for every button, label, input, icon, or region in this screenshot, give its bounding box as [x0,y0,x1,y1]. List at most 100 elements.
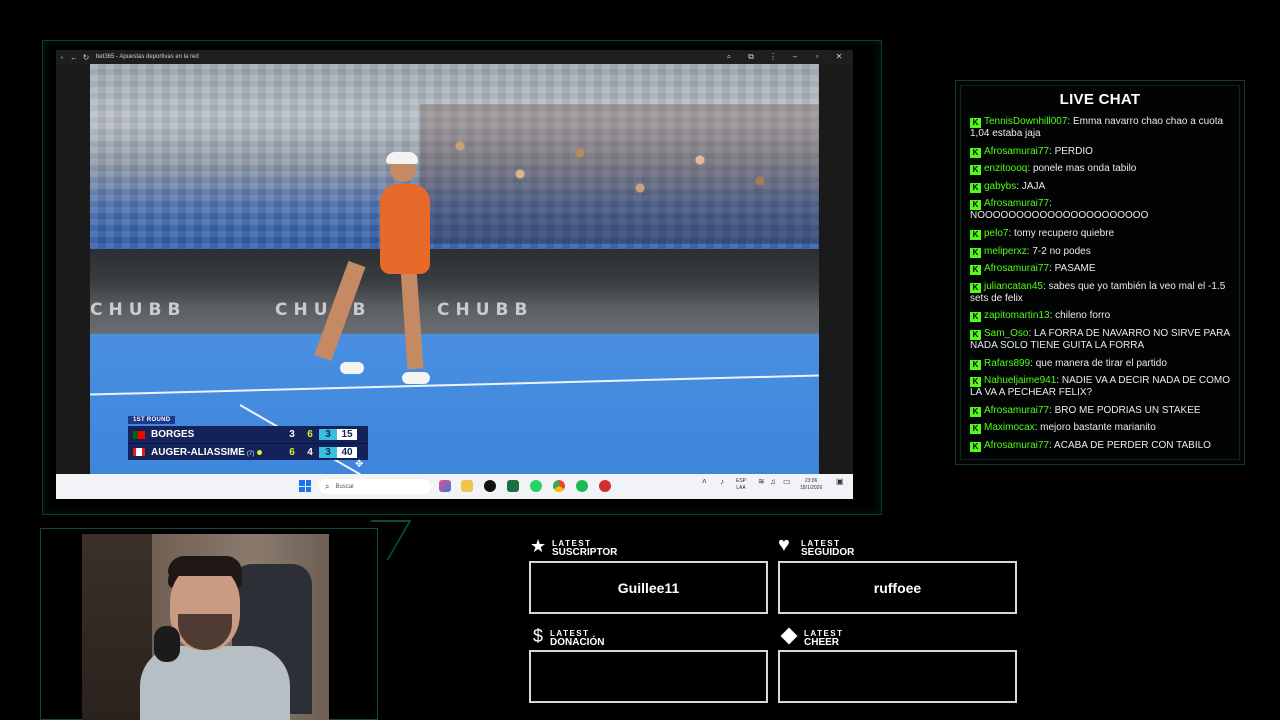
chat-username[interactable]: Nahueljaime941 [984,375,1056,386]
tiktok-icon[interactable] [484,480,496,492]
score-row-player-2: AUGER-ALIASSIME (7) 6 4 3 40 [128,443,368,460]
player-shoe [340,362,364,374]
copilot-icon[interactable] [439,480,451,492]
chrome-icon[interactable] [553,480,565,492]
chat-username[interactable]: juliancatan45 [984,281,1043,292]
chat-text: BRO ME PODRIAS UN STAKEE [1054,404,1201,416]
player-shirt [380,184,430,274]
chat-text: PASAME [1054,263,1096,275]
score-row-player-1: BORGES 3 6 3 15 [128,426,368,443]
chat-message-list: K TennisDownhill007: Emma navarro chao ch… [968,116,1232,452]
chat-username[interactable]: Sam_Oso [984,328,1028,339]
chat-message: K Sam_Oso: LA FORRA DE NAVARRO NO SIRVE P… [968,328,1232,352]
windows-start-icon[interactable] [299,480,311,492]
reload-icon[interactable]: ↻ [80,50,92,64]
app-icon[interactable] [599,480,611,492]
canada-flag-icon [133,448,145,456]
current-set-score: 3 [319,429,337,440]
file-explorer-icon[interactable] [461,480,473,492]
dollar-icon: $ [533,626,544,646]
donation-label: LATEST DONACIÓN [550,629,605,648]
chat-username[interactable]: Afrosamurai77 [984,146,1049,157]
site-favicon-icon: ▪ [60,52,64,62]
chat-text: 7-2 no podes [1032,245,1091,257]
spectators [420,104,819,244]
language-indicator[interactable]: ESP LAA [736,478,746,492]
wifi-icon[interactable]: ≋ [758,478,765,486]
search-placeholder: Buscar [335,483,355,490]
live-chat-panel: LIVE CHAT K TennisDownhill007: Emma navar… [955,80,1245,465]
set-score: 4 [307,446,313,458]
chat-message: Kenzitoooq: ponele mas onda tabilo [968,163,1232,176]
latest-follower-box: ruffoee [778,561,1017,614]
microphone [154,626,180,662]
zoom-icon[interactable]: ⌕ [723,52,735,62]
chat-username[interactable]: Rafars899 [984,358,1030,369]
chat-text: mejoro bastante marianito [1040,422,1156,434]
notifications-icon[interactable]: ▣ [836,478,844,486]
chat-username[interactable]: Afrosamurai77 [984,198,1049,209]
chat-text: NOOOOOOOOOOOOOOOOOOOOOO [970,210,1149,222]
taskbar-search-input[interactable]: ⌕ Buscar [319,479,431,494]
chat-username[interactable]: enzitoooq [984,163,1027,174]
star-icon: ★ [530,536,547,556]
search-icon: ⌕ [325,481,330,491]
more-menu-icon[interactable]: ⋮ [767,52,779,62]
tray-chevron-icon[interactable]: ˄ [702,478,707,486]
subscriber-label: LATEST SUSCRIPTOR [552,539,618,558]
game-points: 15 [337,429,357,440]
chat-username[interactable]: Afrosamurai77 [984,405,1049,416]
spotify-icon[interactable] [576,480,588,492]
microphone-icon[interactable]: ♪ [720,478,724,486]
follower-label: LATEST SEGUIDOR [801,539,855,558]
kick-badge-icon: K [970,182,981,193]
player-shoe [402,372,430,384]
chat-message: K Nahueljaime941: NADIE VA A DECIR NADA D… [968,375,1232,399]
volume-icon[interactable]: ♫ [770,478,776,486]
chat-message: Kjuliancatan45: sabes que yo también la … [968,281,1232,305]
chat-message: K Afrosamurai77: PASAME [968,263,1232,276]
kick-badge-icon: K [970,377,981,388]
cheer-label: LATEST CHEER [804,629,844,648]
chat-username[interactable]: Afrosamurai77 [984,263,1049,274]
close-icon[interactable]: ✕ [833,52,845,62]
browser-tab-title: bet365 - Apuestas deportivas en la red [96,54,199,60]
mouse-cursor-icon: ✥ [355,459,364,470]
diamond-icon [780,627,798,645]
player-seed: (7) [246,450,255,457]
extensions-icon[interactable]: ⧉ [745,52,757,62]
chat-username[interactable]: Maximocax [984,422,1035,433]
chat-message: Kpelo7: tomy recupero quiebre [968,228,1232,240]
chat-username[interactable]: TennisDownhill007 [984,116,1067,127]
excel-icon[interactable] [507,480,519,492]
chat-message: K TennisDownhill007: Emma navarro chao ch… [968,116,1232,140]
current-set-score: 3 [319,446,337,458]
kick-badge-icon: K [970,312,981,323]
serve-indicator-icon [257,449,263,455]
chat-username[interactable]: Afrosamurai77 [984,440,1049,451]
battery-icon[interactable]: ▭ [783,478,791,486]
set-score: 3 [289,429,295,440]
whatsapp-icon[interactable] [530,480,542,492]
back-arrow-icon[interactable]: ← [68,50,80,64]
chat-username[interactable]: gabybs [984,181,1016,192]
sponsor-banner: CHUBB [90,300,187,320]
latest-subscriber-box: Guillee11 [529,561,768,614]
video-player[interactable]: CHUBB CHUBB CHUBB 1ST ROUND BORGES 3 6 3 [90,64,819,474]
clock[interactable]: 23:06 18/1/2026 [800,478,822,492]
kick-badge-icon: K [970,282,981,293]
chat-username[interactable]: meliperxz [984,246,1027,257]
player-cap [386,152,418,164]
latest-cheer-box [778,650,1017,703]
minimize-icon[interactable]: – [789,52,801,62]
chat-username[interactable]: pelo7 [984,228,1008,239]
language-top: ESP [736,478,747,484]
chat-message: K Afrosamurai77: ACABA DE PERDER CON TABI… [968,440,1232,452]
chat-username[interactable]: zapitomartin13 [984,310,1050,321]
streamer-hair [168,556,242,576]
maximize-icon[interactable]: ▫ [811,52,823,62]
browser-window: ▪ ← ↻ bet365 - Apuestas deportivas en la… [56,50,853,499]
kick-badge-icon: K [970,147,981,158]
language-bottom: LAA [736,485,746,491]
chat-message: Kmeliperxz: 7-2 no podes [968,246,1232,258]
